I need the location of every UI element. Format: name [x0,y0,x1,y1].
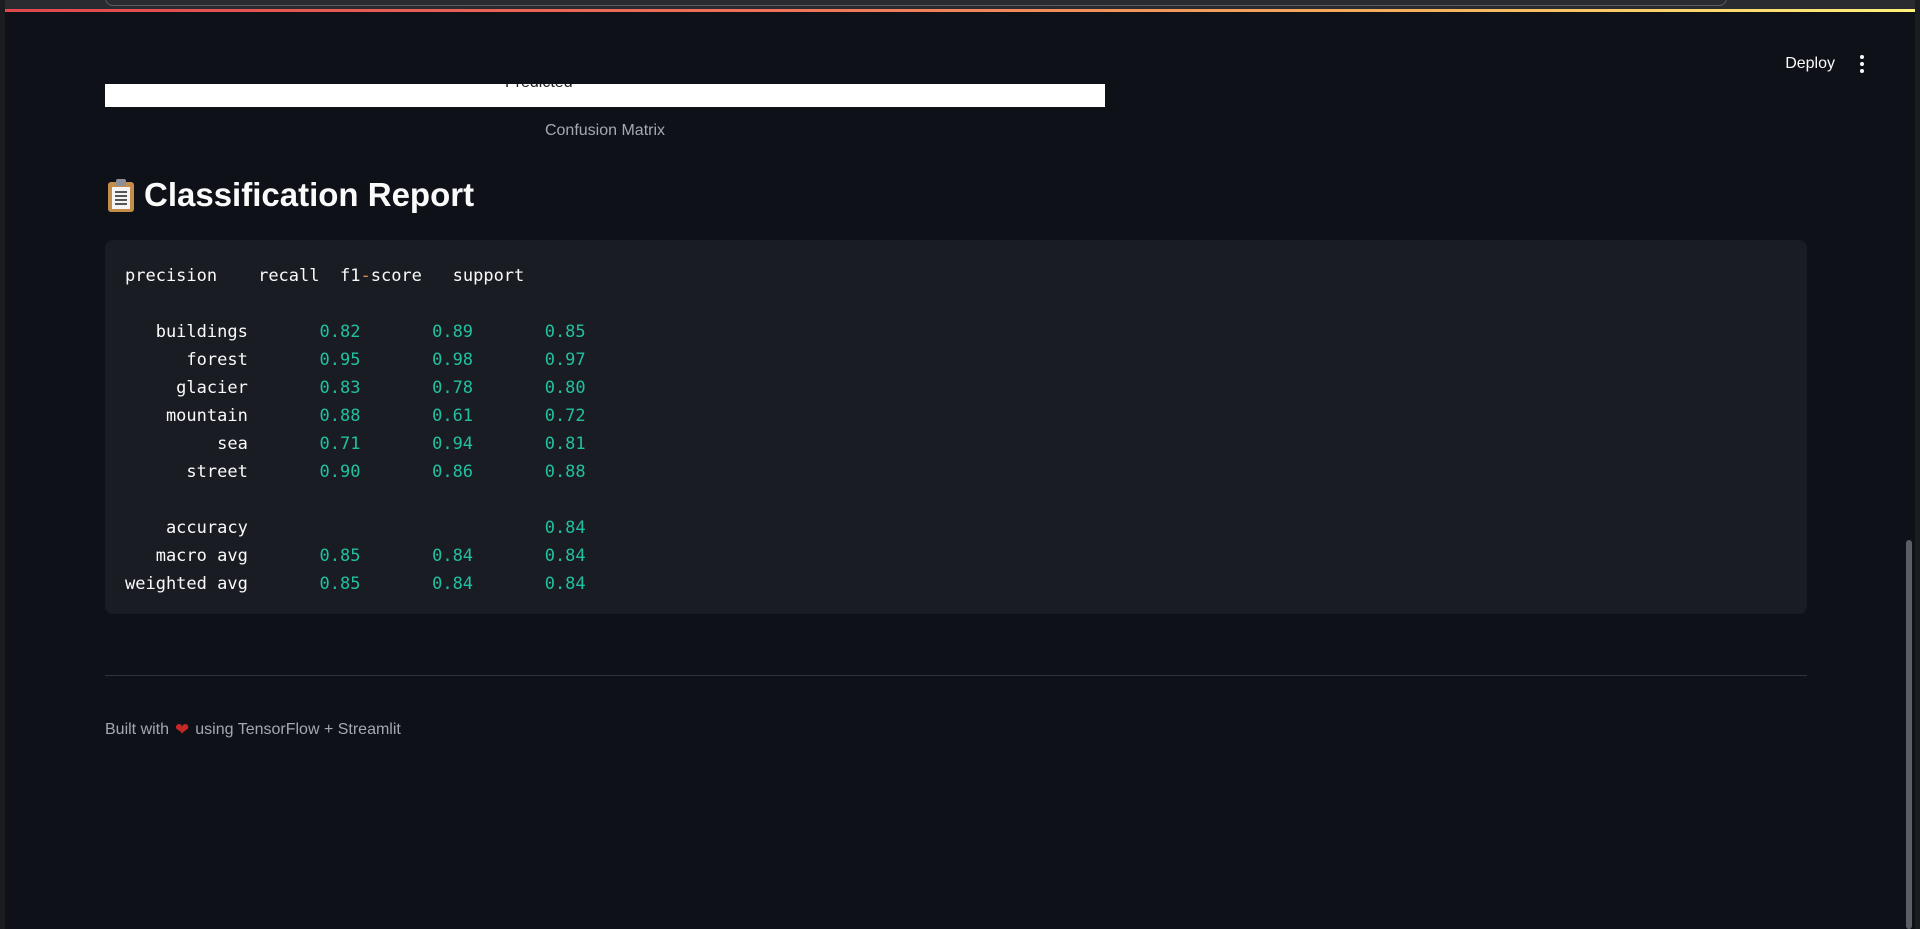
report-row: forest 0.95 0.98 0.97 [125,350,586,370]
confusion-matrix-image: Predicted [105,84,1105,107]
report-row: street 0.90 0.86 0.88 [125,462,586,482]
metric-value: 0.89 [432,322,474,342]
metric-value: 0.72 [544,406,586,426]
column-header: f1-score [339,266,422,286]
metric-value: 0.88 [319,406,361,426]
scrollbar[interactable] [1906,540,1912,929]
metric-value: 0.90 [319,462,361,482]
report-row: sea 0.71 0.94 0.81 [125,434,586,454]
row-label: macro avg [125,546,248,566]
footer: Built with ❤ using TensorFlow + Streamli… [105,720,401,740]
main-menu-icon[interactable] [1855,54,1869,74]
browser-pill [105,0,1727,6]
metric-value: 0.78 [432,378,474,398]
column-header: precision [125,266,218,286]
metric-value: 0.80 [544,378,586,398]
metric-value: 0.84 [544,546,586,566]
footer-prefix: Built with [105,721,170,738]
image-caption: Confusion Matrix [544,122,666,139]
metric-value [319,518,360,538]
metric-value: 0.94 [432,434,474,454]
metric-value: 0.71 [319,434,361,454]
metric-value: 0.88 [544,462,586,482]
row-label: street [125,462,248,482]
metric-value: 0.97 [544,350,586,370]
top-gradient-bar [5,0,1915,12]
classification-report-code: precision recall f1-score support buildi… [105,240,1807,614]
report-row: macro avg 0.85 0.84 0.84 [125,546,586,566]
row-label: weighted avg [125,574,248,594]
deploy-button[interactable]: Deploy [1779,54,1841,74]
column-header: recall [258,266,320,286]
divider [105,675,1807,676]
row-label: buildings [125,322,248,342]
row-label: forest [125,350,248,370]
app-window: Deploy Predicted Confusion Matrix Classi… [5,0,1915,929]
report-text: precision recall f1-score support buildi… [125,262,586,598]
metric-value: 0.61 [432,406,474,426]
row-label: mountain [125,406,248,426]
metric-value: 0.98 [432,350,474,370]
metric-value: 0.86 [432,462,474,482]
report-row: buildings 0.82 0.89 0.85 [125,322,586,342]
report-row: accuracy 0.84 [125,518,586,538]
row-label: accuracy [125,518,248,538]
metric-value: 0.84 [432,574,474,594]
report-row: mountain 0.88 0.61 0.72 [125,406,586,426]
row-label: sea [125,434,248,454]
image-cut-text: Predicted [505,84,573,92]
metric-value: 0.84 [544,574,586,594]
report-header-row: precision recall f1-score support [125,266,524,286]
metric-value [432,518,473,538]
metric-value: 0.85 [319,574,361,594]
metric-value: 0.84 [432,546,474,566]
metric-value: 0.81 [544,434,586,454]
metric-value: 0.95 [319,350,361,370]
footer-suffix: using TensorFlow + Streamlit [195,721,401,738]
heart-icon: ❤ [175,720,190,739]
metric-value: 0.85 [544,322,586,342]
section-heading: Classification Report [108,176,474,214]
metric-value: 0.83 [319,378,361,398]
metric-value: 0.85 [319,546,361,566]
section-title: Classification Report [144,176,475,213]
column-header: support [452,266,525,286]
row-label: glacier [125,378,248,398]
metric-value: 0.84 [544,518,586,538]
clipboard-icon [108,178,134,212]
metric-value: 0.82 [319,322,361,342]
report-row: weighted avg 0.85 0.84 0.84 [125,574,586,594]
report-row: glacier 0.83 0.78 0.80 [125,378,586,398]
